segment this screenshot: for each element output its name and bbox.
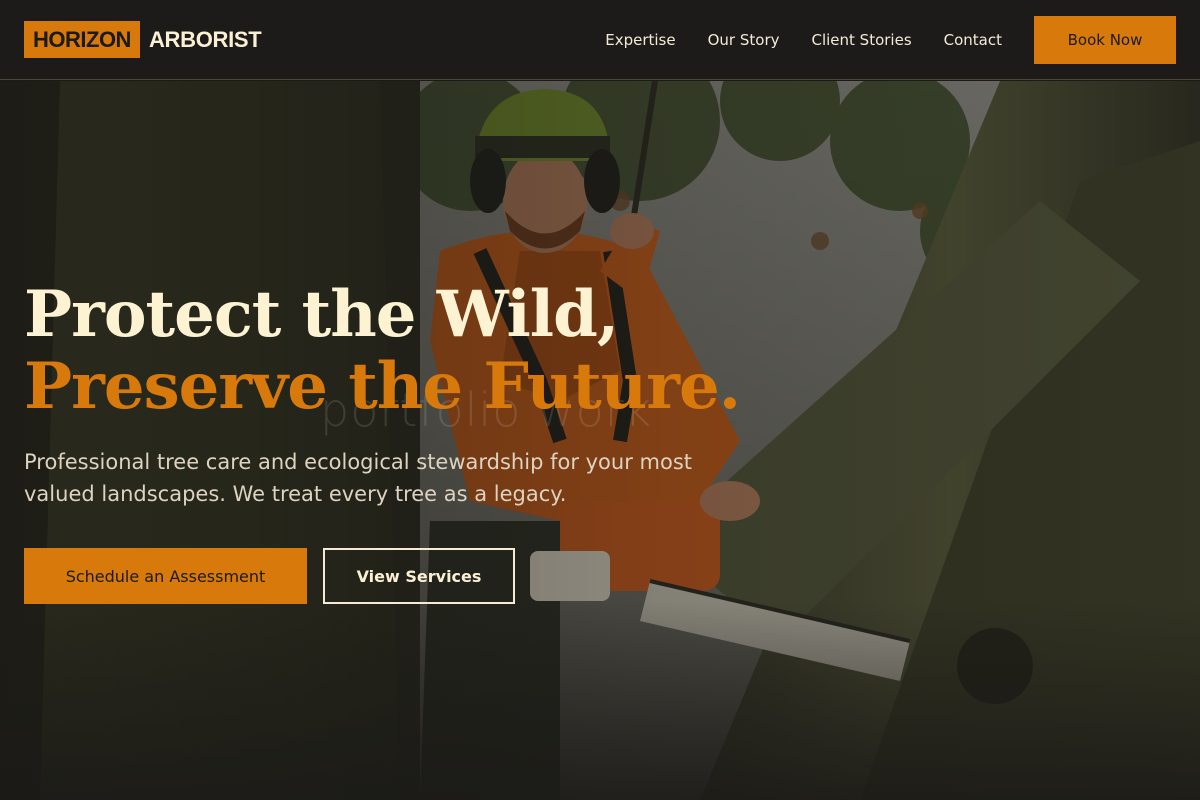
hero-section: portfolio work Protect the Wild, Preserv…	[0, 81, 1200, 800]
nav-link-client-stories[interactable]: Client Stories	[811, 29, 911, 51]
logo-text: ARBORIST	[148, 26, 262, 52]
logo-box: HORIZON	[24, 21, 140, 58]
site-header: HORIZON ARBORIST Expertise Our Story Cli…	[0, 0, 1200, 80]
page: HORIZON ARBORIST Expertise Our Story Cli…	[0, 0, 1200, 800]
logo[interactable]: HORIZON ARBORIST	[24, 21, 262, 58]
hero-bottom-fade	[0, 601, 1200, 800]
view-services-button[interactable]: View Services	[323, 548, 515, 604]
main-nav: Expertise Our Story Client Stories Conta…	[605, 29, 1002, 51]
schedule-assessment-button[interactable]: Schedule an Assessment	[24, 548, 307, 604]
book-now-button[interactable]: Book Now	[1034, 16, 1176, 64]
headline-line-2: Preserve the Future.	[24, 349, 741, 424]
nav-link-expertise[interactable]: Expertise	[605, 29, 675, 51]
hero-subtitle: Professional tree care and ecological st…	[24, 450, 693, 506]
headline-line-1: Protect the Wild,	[24, 277, 619, 352]
nav-link-our-story[interactable]: Our Story	[708, 29, 780, 51]
nav-link-contact[interactable]: Contact	[944, 29, 1002, 51]
hero-headline: Protect the Wild, Preserve the Future.	[24, 277, 741, 424]
